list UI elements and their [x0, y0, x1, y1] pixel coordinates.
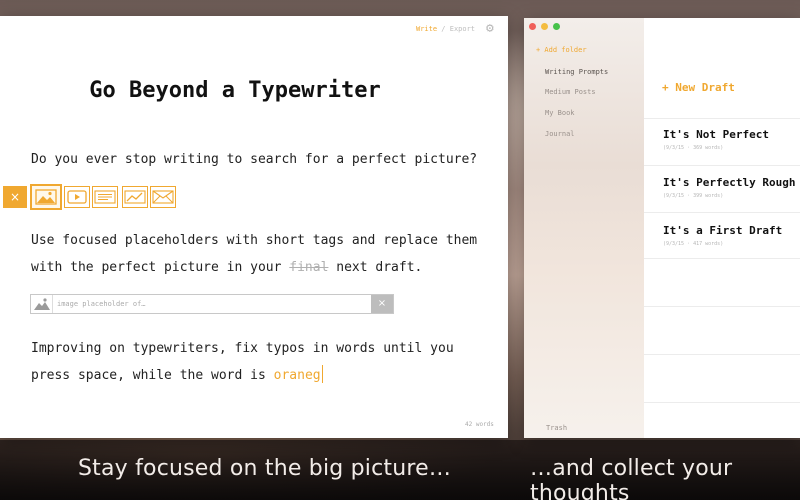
- paragraph-2-end: next draft.: [328, 260, 423, 275]
- placeholder-input[interactable]: [57, 297, 367, 311]
- paragraph-2-line-1: Use focused placeholders with short tags…: [31, 233, 478, 248]
- list-divider: [644, 212, 800, 213]
- gear-icon[interactable]: ⚙: [486, 22, 500, 36]
- paragraph-3[interactable]: Improving on typewriters, fix typos in w…: [31, 335, 501, 389]
- draft-item[interactable]: It's Perfectly Rough (9/3/15 · 399 words…: [663, 176, 800, 199]
- paragraph-2-line-2: with the perfect picture in your: [31, 260, 290, 275]
- struck-word: final: [289, 260, 329, 275]
- caption-left: Stay focused on the big picture…: [78, 456, 452, 481]
- list-divider: [644, 354, 800, 355]
- draft-meta: (9/3/15 · 369 words): [663, 145, 724, 151]
- caption-right: …and collect your thoughts: [530, 456, 733, 500]
- new-draft-button[interactable]: + New Draft: [662, 81, 735, 94]
- write-tab[interactable]: Write: [416, 25, 437, 33]
- library-window: + Add folder Writing Prompts Medium Post…: [524, 18, 800, 438]
- list-divider: [644, 118, 800, 119]
- close-window-button[interactable]: [529, 23, 536, 30]
- placeholder-image-icon: [31, 295, 53, 313]
- image-placeholder: ×: [30, 294, 394, 314]
- draft-item[interactable]: It's a First Draft (9/3/15 · 417 words): [663, 224, 800, 247]
- draft-title: It's Not Perfect: [663, 128, 769, 141]
- chart-icon[interactable]: [122, 186, 148, 208]
- list-divider: [644, 402, 800, 403]
- draft-meta: (9/3/15 · 399 words): [663, 193, 724, 199]
- minimize-window-button[interactable]: [541, 23, 548, 30]
- mail-icon[interactable]: [150, 186, 176, 208]
- list-divider: [644, 306, 800, 307]
- list-divider: [644, 258, 800, 259]
- add-folder-button[interactable]: + Add folder: [536, 46, 587, 54]
- nav-separator: /: [437, 25, 450, 33]
- draft-list: + New Draft It's Not Perfect (9/3/15 · 3…: [644, 18, 800, 438]
- editor-window: Write / Export ⚙ Go Beyond a Typewriter …: [0, 16, 508, 438]
- folder-my-book[interactable]: My Book: [545, 109, 575, 117]
- text-block-icon[interactable]: [92, 186, 118, 208]
- draft-title: It's a First Draft: [663, 224, 783, 237]
- close-placeholder-button[interactable]: ×: [3, 186, 27, 208]
- draft-title: It's Perfectly Rough: [663, 176, 796, 189]
- clear-placeholder-button[interactable]: ×: [371, 295, 393, 313]
- paragraph-3-line-2: press space, while the word is: [31, 368, 274, 383]
- list-divider: [644, 165, 800, 166]
- paragraph-3-line-1: Improving on typewriters, fix typos in w…: [31, 341, 454, 356]
- document-title[interactable]: Go Beyond a Typewriter: [0, 78, 470, 103]
- export-tab[interactable]: Export: [450, 25, 475, 33]
- folder-writing-prompts[interactable]: Writing Prompts: [545, 68, 608, 76]
- video-icon[interactable]: [64, 186, 90, 208]
- paragraph-2[interactable]: Use focused placeholders with short tags…: [31, 227, 501, 281]
- draft-meta: (9/3/15 · 417 words): [663, 241, 724, 247]
- word-count: 42 words: [465, 421, 494, 428]
- zoom-window-button[interactable]: [553, 23, 560, 30]
- folder-sidebar: + Add folder Writing Prompts Medium Post…: [524, 18, 644, 438]
- image-icon[interactable]: [30, 184, 62, 210]
- draft-item[interactable]: It's Not Perfect (9/3/15 · 369 words): [663, 128, 800, 151]
- mode-nav: Write / Export: [416, 25, 475, 33]
- paragraph-1[interactable]: Do you ever stop writing to search for a…: [31, 146, 477, 173]
- folder-journal[interactable]: Journal: [545, 130, 575, 138]
- trash-folder[interactable]: Trash: [546, 424, 567, 432]
- typo-word: oraneg: [273, 368, 321, 383]
- text-caret: [321, 365, 323, 383]
- folder-medium-posts[interactable]: Medium Posts: [545, 88, 596, 96]
